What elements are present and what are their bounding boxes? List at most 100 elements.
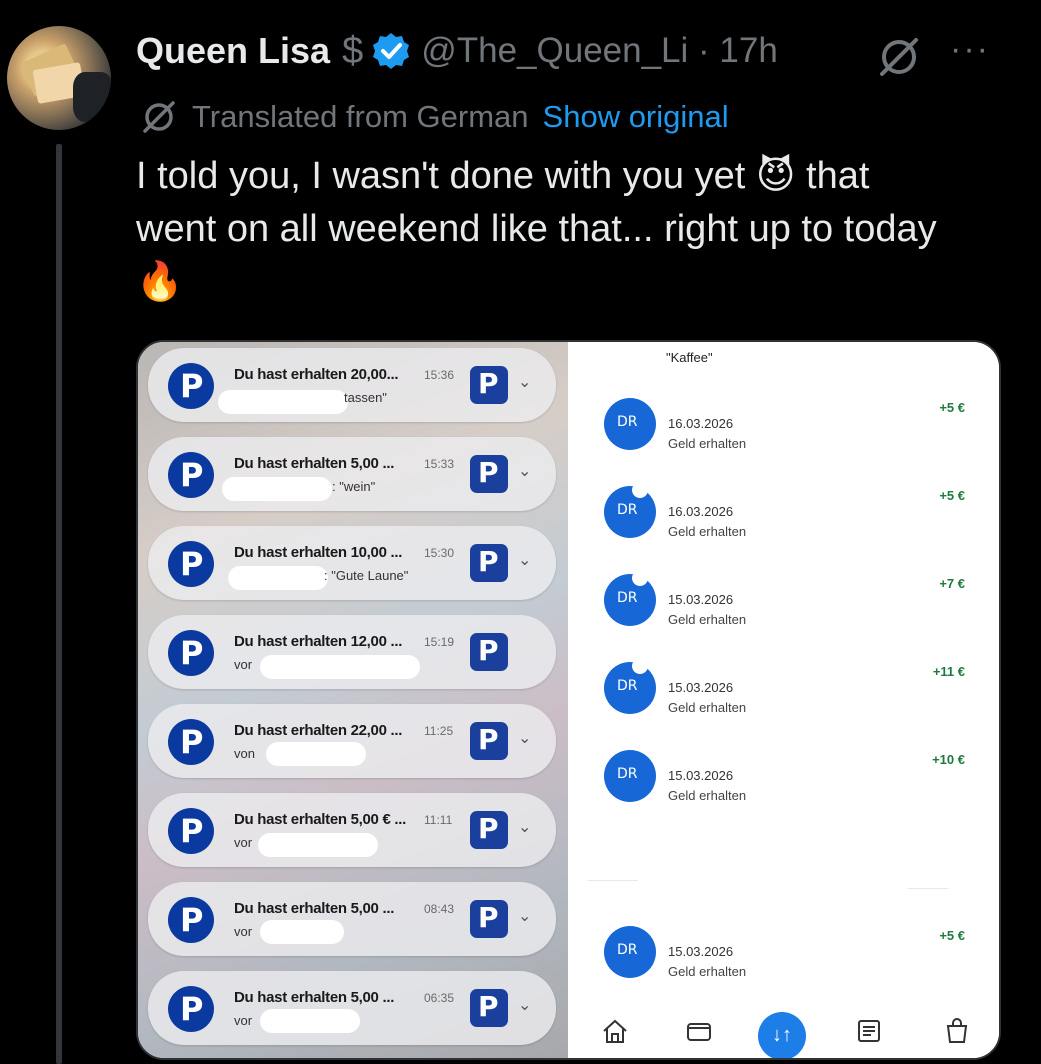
tweet-text-line2: went on all weekend like that... right u… xyxy=(136,208,937,250)
tweet-text: I told you, I wasn't done with you yet 😈… xyxy=(136,150,1016,309)
translate-icon[interactable] xyxy=(876,34,922,80)
notification-card: P Du hast erhalten 5,00 ... 06:35 vor P … xyxy=(148,971,556,1045)
notification-text: vor xyxy=(234,657,253,672)
transaction-amount: +5 € xyxy=(939,488,965,503)
notification-text: von xyxy=(234,746,255,761)
transaction-amount: +7 € xyxy=(939,576,965,591)
more-icon[interactable]: ··· xyxy=(950,30,990,69)
transaction-date: 16.03.2026 xyxy=(668,504,734,519)
transaction-row: DR 16.03.2026 Geld erhalten +5 € xyxy=(568,482,999,574)
contact-avatar: DR xyxy=(604,658,656,714)
tweet-text-line1: I told you, I wasn't done with you yet xyxy=(136,155,746,197)
notification-time: 15:36 xyxy=(424,368,455,382)
paypal-icon: P xyxy=(168,719,214,765)
home-icon xyxy=(603,1019,627,1043)
contact-avatar: DR xyxy=(604,482,656,538)
chevron-down-icon: ⌄ xyxy=(518,908,532,925)
notification-card: P Du hast erhalten 5,00 ... 08:43 vor P … xyxy=(148,882,556,956)
thread-line xyxy=(56,144,62,1064)
transaction-row: DR 15.03.2026 Geld erhalten +10 € xyxy=(568,750,999,838)
transaction-desc: Geld erhalten xyxy=(668,788,747,803)
notification-text: : "Gute Laune" xyxy=(324,568,409,583)
translated-label: Translated from German xyxy=(192,99,529,134)
notification-text: : "wein" xyxy=(332,479,376,494)
chevron-down-icon: ⌄ xyxy=(518,730,532,747)
wallet-icon xyxy=(687,1023,711,1041)
notification-title: Du hast erhalten 5,00 ... xyxy=(234,989,395,1006)
contact-avatar: DR xyxy=(604,750,656,802)
notification-title: Du hast erhalten 22,00 ... xyxy=(234,722,403,739)
show-original-link[interactable]: Show original xyxy=(543,99,729,135)
paypal-icon: P xyxy=(168,897,214,943)
bank-transactions-panel: "Kaffee" DR 16.03.2026 Geld erhalten +5 … xyxy=(568,342,999,1058)
paypal-app-icon: P xyxy=(470,544,508,582)
transaction-desc: Geld erhalten xyxy=(668,436,747,451)
transaction-desc: Geld erhalten xyxy=(668,612,747,627)
transaction-amount: +5 € xyxy=(939,400,965,415)
paypal-icon: P xyxy=(168,630,214,676)
transaction-desc: Geld erhalten xyxy=(668,700,747,715)
notification-time: 08:43 xyxy=(424,902,455,916)
globe-slash-icon xyxy=(143,101,175,133)
transaction-row: DR 15.03.2026 Geld erhalten +11 € xyxy=(568,658,999,750)
redaction xyxy=(258,833,378,857)
transaction-desc: Geld erhalten xyxy=(668,964,747,979)
paypal-icon: P xyxy=(168,986,214,1032)
receipt-icon xyxy=(858,1020,880,1042)
transaction-amount: +5 € xyxy=(939,928,965,943)
author-handle-time[interactable]: @The_Queen_Li · 17h xyxy=(421,31,778,71)
tweet-media-image[interactable]: P Du hast erhalten 20,00... 15:36 tassen… xyxy=(136,340,1001,1060)
redaction xyxy=(266,742,366,766)
tweet-text-line1b: that xyxy=(806,155,870,197)
transaction-row: DR 15.03.2026 Geld erhalten +7 € xyxy=(568,570,999,662)
notification-card: P Du hast erhalten 20,00... 15:36 tassen… xyxy=(148,348,556,422)
shopping-bag-icon xyxy=(946,1018,968,1043)
contact-avatar: DR xyxy=(604,570,656,626)
transaction-date: 16.03.2026 xyxy=(668,416,734,431)
verified-badge-icon xyxy=(373,33,410,69)
notification-title: Du hast erhalten 10,00 ... xyxy=(234,544,403,561)
transaction-date: 15.03.2026 xyxy=(668,944,734,959)
paypal-icon: P xyxy=(168,363,214,409)
contact-avatar: DR xyxy=(604,926,656,978)
notification-title: Du hast erhalten 20,00... xyxy=(234,366,399,383)
bank-bottom-nav: ↓↑ xyxy=(568,1006,999,1058)
notification-text: vor xyxy=(234,924,253,939)
transaction-note: "Kaffee" xyxy=(666,350,713,365)
notification-time: 11:11 xyxy=(424,813,453,827)
notification-title: Du hast erhalten 5,00 ... xyxy=(234,900,395,917)
divider xyxy=(588,880,638,881)
transaction-date: 15.03.2026 xyxy=(668,768,734,783)
notification-card: P Du hast erhalten 12,00 ... 15:19 vor P xyxy=(148,615,556,689)
paypal-app-icon: P xyxy=(470,722,508,760)
notification-card: P Du hast erhalten 10,00 ... 15:30 : "Gu… xyxy=(148,526,556,600)
transaction-date: 15.03.2026 xyxy=(668,680,734,695)
divider xyxy=(908,888,948,889)
notification-time: 11:25 xyxy=(424,724,454,738)
dollar-badge: $ xyxy=(342,29,364,72)
chevron-down-icon: ⌄ xyxy=(518,997,532,1014)
redaction xyxy=(218,390,348,414)
transaction-amount: +11 € xyxy=(932,664,965,679)
notifications-panel: P Du hast erhalten 20,00... 15:36 tassen… xyxy=(138,342,568,1058)
transaction-row: DR 15.03.2026 Geld erhalten +5 € xyxy=(568,926,999,1014)
author-avatar[interactable] xyxy=(7,26,111,130)
contact-avatar: DR xyxy=(604,398,656,450)
author-name[interactable]: Queen Lisa xyxy=(136,30,330,72)
chevron-down-icon: ⌄ xyxy=(518,463,532,480)
paypal-icon: P xyxy=(168,541,214,587)
notification-time: 06:35 xyxy=(424,991,455,1005)
devil-emoji: 😈 xyxy=(755,155,796,197)
transaction-row: DR 16.03.2026 Geld erhalten +5 € xyxy=(568,398,999,486)
redaction xyxy=(228,566,328,590)
notification-time: 15:30 xyxy=(424,546,455,560)
paypal-app-icon: P xyxy=(470,989,508,1027)
notification-text: vor xyxy=(234,835,253,850)
notification-title: Du hast erhalten 5,00 ... xyxy=(234,455,395,472)
redaction xyxy=(222,477,332,501)
redaction xyxy=(260,655,420,679)
tweet-header: Queen Lisa $ @The_Queen_Li · 17h xyxy=(136,28,778,74)
notification-time: 15:19 xyxy=(424,635,455,649)
paypal-app-icon: P xyxy=(470,633,508,671)
paypal-icon: P xyxy=(168,808,214,854)
